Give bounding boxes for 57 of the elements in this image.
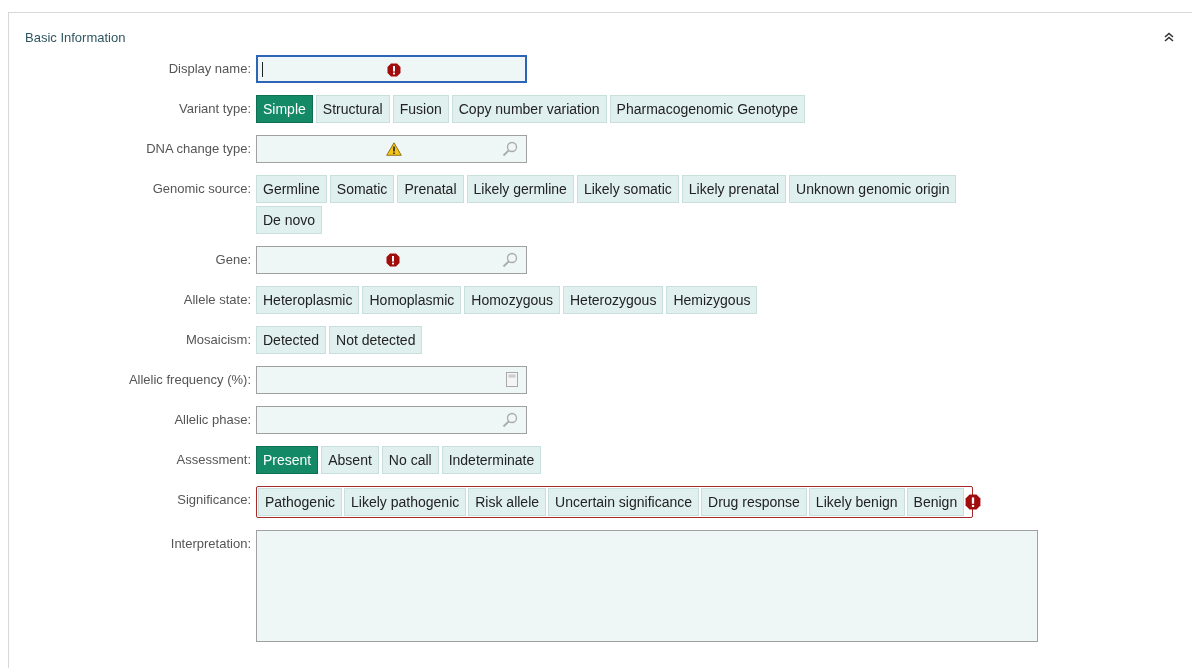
field-label: Interpretation: bbox=[170, 535, 251, 553]
input-field[interactable] bbox=[256, 246, 527, 274]
field-label: Allelic phase: bbox=[174, 411, 251, 429]
option-button[interactable]: Uncertain significance bbox=[548, 488, 700, 516]
option-button[interactable]: De novo bbox=[256, 206, 323, 234]
option-button[interactable]: Detected bbox=[256, 326, 327, 354]
input-field[interactable] bbox=[256, 366, 527, 394]
option-button[interactable]: Hemizygous bbox=[666, 286, 758, 314]
option-button[interactable]: Not detected bbox=[329, 326, 423, 354]
option-button[interactable]: Structural bbox=[315, 95, 390, 123]
field-label: DNA change type: bbox=[146, 140, 251, 158]
chevron-icon bbox=[1164, 32, 1174, 42]
option-button[interactable]: Pathogenic bbox=[258, 488, 343, 516]
search-icon[interactable] bbox=[502, 412, 518, 428]
collapse-button[interactable] bbox=[1162, 30, 1176, 44]
field-label: Display name: bbox=[168, 60, 251, 78]
input-field[interactable] bbox=[256, 55, 527, 83]
field-label: Mosaicism: bbox=[186, 331, 251, 349]
option-button[interactable]: Unknown genomic origin bbox=[789, 175, 957, 203]
field-label: Variant type: bbox=[178, 100, 251, 118]
option-button[interactable]: Likely pathogenic bbox=[344, 488, 467, 516]
option-button[interactable]: Drug response bbox=[701, 488, 807, 516]
option-button[interactable]: Absent bbox=[321, 446, 379, 474]
option-button[interactable]: Present bbox=[256, 446, 319, 474]
option-button[interactable]: Likely benign bbox=[808, 488, 905, 516]
option-button[interactable]: Heterozygous bbox=[563, 286, 664, 314]
option-button[interactable]: Copy number variation bbox=[451, 95, 607, 123]
option-button[interactable]: Simple bbox=[256, 95, 313, 123]
option-button[interactable]: Indeterminate bbox=[441, 446, 542, 474]
option-button[interactable]: Benign bbox=[906, 488, 965, 516]
panel-title: Basic Information bbox=[25, 29, 126, 45]
option-button[interactable]: Fusion bbox=[392, 95, 449, 123]
input-field[interactable] bbox=[256, 135, 527, 163]
field-label: Allelic frequency (%): bbox=[128, 371, 251, 389]
option-button[interactable]: Likely prenatal bbox=[681, 175, 787, 203]
option-button[interactable]: Pharmacogenomic Genotype bbox=[609, 95, 805, 123]
option-button[interactable]: No call bbox=[381, 446, 439, 474]
error-icon bbox=[965, 494, 982, 510]
field-label: Allele state: bbox=[183, 291, 251, 309]
option-button[interactable]: Likely somatic bbox=[576, 175, 679, 203]
input-field[interactable] bbox=[256, 406, 527, 434]
field-label: Assessment: bbox=[176, 451, 251, 469]
option-button[interactable]: Prenatal bbox=[397, 175, 464, 203]
option-button[interactable]: Risk allele bbox=[468, 488, 547, 516]
search-icon[interactable] bbox=[502, 141, 518, 157]
field-label: Significance: bbox=[177, 491, 251, 509]
search-icon[interactable] bbox=[502, 252, 518, 268]
option-button[interactable]: Homoplasmic bbox=[362, 286, 462, 314]
field-label: Genomic source: bbox=[152, 180, 251, 198]
option-button[interactable]: Germline bbox=[256, 175, 327, 203]
option-button[interactable]: Somatic bbox=[329, 175, 395, 203]
option-button[interactable]: Heteroplasmic bbox=[256, 286, 360, 314]
text-area[interactable] bbox=[256, 530, 1038, 642]
calculator-icon[interactable] bbox=[506, 372, 518, 387]
option-button[interactable]: Likely germline bbox=[466, 175, 574, 203]
option-button[interactable]: Homozygous bbox=[464, 286, 560, 314]
field-label: Gene: bbox=[215, 251, 251, 269]
